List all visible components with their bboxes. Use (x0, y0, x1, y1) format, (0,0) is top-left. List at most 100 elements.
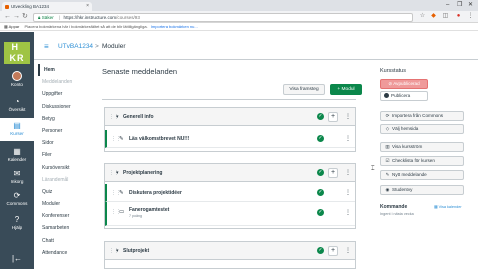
dashboard-icon: ◔ (14, 97, 20, 106)
item-settings-icon[interactable]: ⋮ (345, 209, 351, 217)
course-checklist-button[interactable]: ☑ Checklista för kursen (380, 156, 464, 166)
published-check-icon[interactable]: ✓ (317, 247, 324, 254)
module-header[interactable]: ⋮⋮ ▾ Generell info ✓ + ⋮ (105, 108, 355, 126)
module-settings-icon[interactable]: ⋮ (345, 113, 351, 121)
commons-icon: ⟳ (385, 113, 390, 118)
choose-home-page-button[interactable]: ◇ Välj hemsida (380, 124, 464, 134)
forward-icon[interactable]: → (13, 12, 20, 22)
close-window-icon[interactable]: ✕ (468, 1, 473, 9)
address-bar[interactable]: 🔒︎ Säker | https://hkr.instructure.com/c… (33, 12, 413, 22)
breadcrumb-separator: > (95, 43, 99, 50)
bookmark-star-icon[interactable]: ☆ (419, 13, 426, 20)
extension-icon[interactable]: ◆ (430, 13, 437, 20)
import-bookmarks-link[interactable]: Importera bokmärken nu... (151, 24, 198, 29)
course-nav-modules[interactable]: Moduler (38, 198, 88, 210)
import-commons-button[interactable]: ⟳ Importera från Commons (380, 111, 464, 121)
add-item-button[interactable]: + (328, 112, 338, 122)
course-nav-attendance[interactable]: Attendance (38, 247, 88, 259)
coming-up-empty: Ingent i nästa vecka (380, 212, 414, 216)
add-item-button[interactable]: + (328, 168, 338, 178)
module-header[interactable]: ⋮⋮ ▾ Projektplanering ✓ + ⋮ (105, 164, 355, 182)
global-nav-label: Commons (6, 201, 28, 206)
checklist-icon: ☑ (385, 158, 390, 163)
course-nav-announcements[interactable]: Meddelanden (38, 76, 88, 88)
tab-title: Utveckling BA1234 (11, 4, 50, 9)
module-item-title[interactable]: Diskutera projektidéer (129, 189, 182, 197)
published-check-icon[interactable]: ✓ (317, 189, 324, 196)
new-announcement-button[interactable]: ✎ Nytt meddelande (380, 170, 464, 180)
extension-icon-2[interactable]: ◫ (442, 13, 449, 20)
module-header[interactable]: ⋮⋮ ▾ Slutprojekt ✓ + ⋮ (105, 242, 355, 260)
collapse-caret-icon[interactable]: ▾ (116, 113, 119, 121)
collapse-caret-icon[interactable]: ▾ (116, 169, 119, 177)
publish-button[interactable]: Publicera (380, 91, 428, 101)
view-calendar-link[interactable]: ▦ Visa kalender (434, 204, 462, 210)
apps-shortcut[interactable]: ▦ Appar (4, 24, 19, 29)
coming-up-heading: Kommande (380, 204, 408, 210)
discussion-icon: ✎ (119, 190, 124, 196)
published-check-icon[interactable]: ✓ (317, 135, 324, 142)
course-nav-people[interactable]: Personer (38, 125, 88, 137)
module-generell-info: ⋮⋮ ▾ Generell info ✓ + ⋮ ⋮⋮ ✎ Läs välkom… (104, 107, 356, 152)
record-extension-icon[interactable]: ● (455, 13, 462, 20)
back-icon[interactable]: ← (4, 12, 11, 22)
collapse-nav-button[interactable]: |← (0, 254, 34, 264)
button-label: Importera från Commons (392, 113, 444, 118)
course-nav-assignments[interactable]: Uppgifter (38, 88, 88, 100)
course-nav-collaborations[interactable]: Samarbeten (38, 222, 88, 234)
module-item-title[interactable]: Fanerogamtestet (129, 206, 169, 214)
browser-menu-icon[interactable]: ⋮ (467, 13, 474, 20)
view-course-stream-button[interactable]: ▥ Visa kursström (380, 142, 464, 152)
student-view-button[interactable]: ◉ Studentvy (380, 185, 464, 195)
module-settings-icon[interactable]: ⋮ (345, 169, 351, 177)
announcement-icon: ✎ (385, 172, 390, 177)
mouse-cursor-icon: ⌶ (371, 166, 375, 172)
add-item-button[interactable]: + (328, 246, 338, 256)
module-item[interactable]: ⋮⋮ ✎ Diskutera projektidéer ✓ ⋮ (105, 184, 355, 202)
global-nav-account[interactable]: Konto (0, 69, 34, 91)
course-nav-discussions[interactable]: Diskussioner (38, 101, 88, 113)
canvas-favicon-icon (5, 4, 9, 9)
add-module-button[interactable]: + Modul (330, 84, 362, 95)
url-domain: hkr.instructure.com (77, 14, 117, 20)
course-nav-files[interactable]: Filer (38, 149, 88, 161)
module-item[interactable]: ⋮⋮ ▭ Fanerogamtestet 7 poäng ✓ ⋮ (105, 202, 355, 226)
course-nav-grades[interactable]: Betyg (38, 113, 88, 125)
course-menu-toggle-icon[interactable]: ≡ (44, 43, 49, 51)
maximize-icon[interactable]: ❐ (457, 1, 462, 9)
course-nav-outcomes[interactable]: Lärandemål (38, 174, 88, 186)
view-progress-button[interactable]: Visa framsteg (283, 84, 325, 95)
course-nav-chat[interactable]: Chatt (38, 235, 88, 247)
global-nav-help[interactable]: ? Hjälp (0, 212, 34, 234)
commons-icon: ⟳ (13, 191, 21, 200)
global-nav-courses[interactable]: ▤ Kurser (0, 118, 34, 141)
course-nav-syllabus[interactable]: Kursöversikt (38, 162, 88, 174)
global-nav-inbox[interactable]: ✉ Inkorg (0, 166, 34, 188)
course-nav-home[interactable]: Hem (38, 64, 88, 77)
global-nav-calendar[interactable]: ▦ Kalender (0, 144, 34, 166)
hkr-logo[interactable]: H KR (4, 42, 30, 64)
reload-icon[interactable]: ↻ (22, 12, 28, 22)
course-nav-pages[interactable]: Sidor (38, 137, 88, 149)
stream-icon: ▥ (385, 144, 390, 149)
item-settings-icon[interactable]: ⋮ (345, 189, 351, 197)
module-item-title[interactable]: Läs välkomstbrevet NU!!! (129, 135, 189, 143)
global-nav-dashboard[interactable]: ◔ Översikt (0, 94, 34, 116)
published-check-icon[interactable]: ✓ (317, 113, 324, 120)
course-nav-conferences[interactable]: Konferenser (38, 210, 88, 222)
sidebar-title: Kursstatus (380, 68, 406, 74)
tab-close-icon[interactable]: × (86, 2, 89, 11)
published-check-icon[interactable]: ✓ (317, 169, 324, 176)
global-nav-commons[interactable]: ⟳ Commons (0, 188, 34, 210)
unpublish-button[interactable]: ⊘ Avpublicerad (380, 79, 428, 89)
published-check-icon[interactable]: ✓ (317, 209, 324, 216)
item-settings-icon[interactable]: ⋮ (345, 135, 351, 143)
module-item[interactable]: ⋮⋮ ✎ Läs välkomstbrevet NU!!! ✓ ⋮ (105, 130, 355, 148)
breadcrumb-course-link[interactable]: UTvBA1234 (58, 43, 93, 51)
course-nav-quizzes[interactable]: Quiz (38, 186, 88, 198)
browser-tab[interactable]: Utveckling BA1234 × (2, 2, 92, 11)
global-nav-label: Inkorg (10, 179, 24, 184)
module-settings-icon[interactable]: ⋮ (345, 247, 351, 255)
collapse-caret-icon[interactable]: ▾ (116, 247, 119, 255)
minimize-icon[interactable]: – (446, 1, 449, 9)
